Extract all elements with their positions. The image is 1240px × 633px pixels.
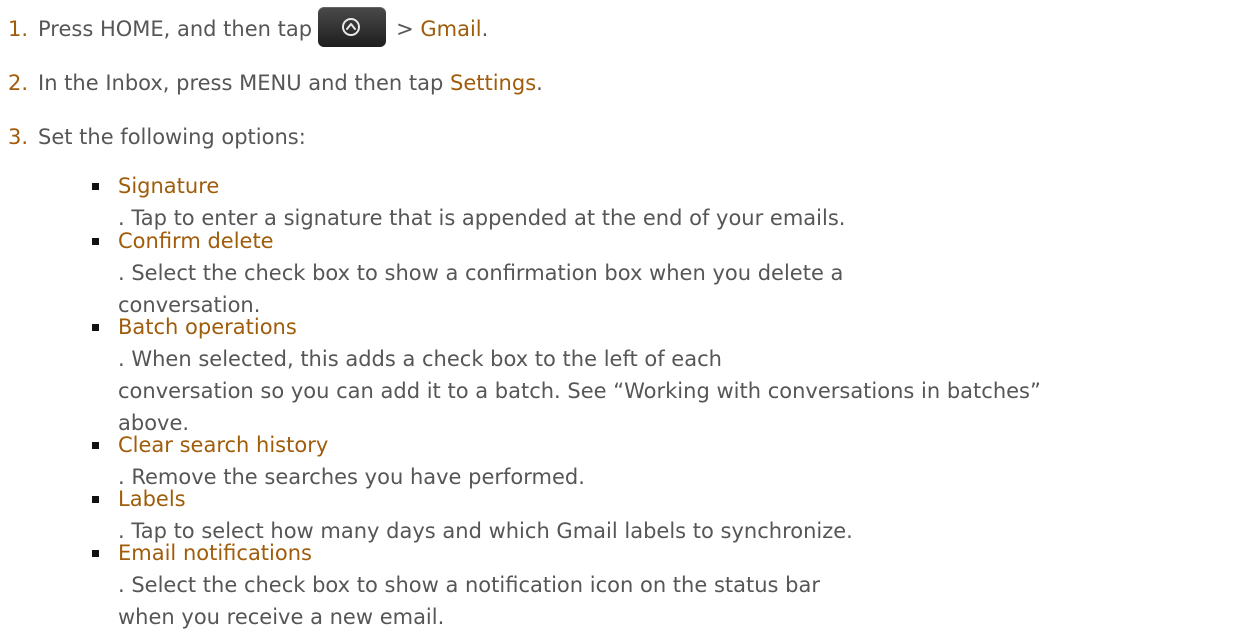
step-text-start: In the Inbox, press MENU and then tap bbox=[38, 71, 450, 95]
option-line: Email notifications . Select the check bo… bbox=[118, 537, 820, 601]
option-desc: . When selected, this adds a check box t… bbox=[118, 347, 722, 371]
bullet-icon bbox=[92, 496, 99, 503]
option-line: Confirm delete . Select the check box to … bbox=[118, 225, 843, 289]
option-text: Email notifications . Select the check bo… bbox=[118, 537, 820, 633]
option-text: Confirm delete . Select the check box to … bbox=[118, 225, 843, 321]
step-number: 3. bbox=[8, 125, 29, 149]
step-2: 2. In the Inbox, press MENU and then tap… bbox=[8, 67, 543, 99]
option-line: conversation so you can add it to a batc… bbox=[118, 379, 1041, 403]
option-label: Email notifications bbox=[118, 541, 312, 565]
step-text-start: Press HOME, and then tap bbox=[38, 17, 313, 41]
option-email-notifications: Email notifications . Select the check bo… bbox=[92, 537, 820, 633]
option-label: Confirm delete bbox=[118, 229, 274, 253]
option-label: Clear search history bbox=[118, 433, 329, 457]
bullet-icon bbox=[92, 550, 99, 557]
option-label: Signature bbox=[118, 174, 220, 198]
option-batch-operations: Batch operations . When selected, this ad… bbox=[92, 311, 1041, 439]
bullet-icon bbox=[92, 442, 99, 449]
option-desc: . Select the check box to show a confirm… bbox=[118, 261, 844, 285]
step-text: Set the following options: bbox=[38, 125, 306, 149]
gmail-keyword: Gmail bbox=[420, 17, 482, 41]
settings-keyword: Settings bbox=[450, 71, 537, 95]
bullet-icon bbox=[92, 324, 99, 331]
option-label: Batch operations bbox=[118, 315, 297, 339]
step-number: 2. bbox=[8, 71, 29, 95]
option-line: Batch operations . When selected, this ad… bbox=[118, 311, 1041, 375]
bullet-icon bbox=[92, 238, 99, 245]
option-label: Labels bbox=[118, 487, 186, 511]
step-1: 1. Press HOME, and then tap > Gmail. bbox=[8, 7, 489, 47]
step-text-end: . bbox=[481, 17, 489, 41]
option-confirm-delete: Confirm delete . Select the check box to … bbox=[92, 225, 843, 321]
step-3: 3. Set the following options: bbox=[8, 121, 306, 153]
step-text-arrow: > bbox=[396, 17, 421, 41]
option-text: Batch operations . When selected, this ad… bbox=[118, 311, 1041, 439]
launcher-button-icon bbox=[318, 7, 387, 47]
step-number: 1. bbox=[8, 17, 29, 41]
option-line: when you receive a new email. bbox=[118, 605, 445, 629]
option-desc: . Select the check box to show a notific… bbox=[118, 573, 820, 597]
step-text-end: . bbox=[536, 71, 543, 95]
step-text: Press HOME, and then tap > Gmail. bbox=[38, 7, 489, 47]
step-text: In the Inbox, press MENU and then tap Se… bbox=[38, 67, 543, 99]
bullet-icon bbox=[92, 183, 99, 190]
